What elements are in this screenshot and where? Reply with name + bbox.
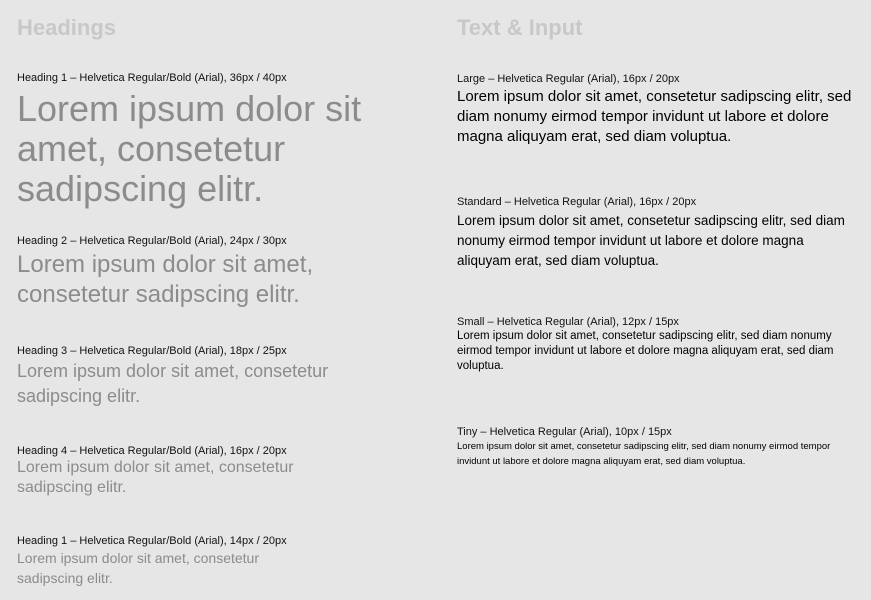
text-standard-spec: Standard – Helvetica Regular (Arial), 16… — [457, 196, 697, 208]
text-tiny-block: Tiny – Helvetica Regular (Arial), 10px /… — [457, 425, 857, 469]
heading-5-spec-block: Heading 1 – Helvetica Regular/Bold (Aria… — [17, 534, 287, 588]
heading-4-spec-block: Heading 4 – Helvetica Regular/Bold (Aria… — [17, 444, 317, 498]
text-input-section-title: Text & Input — [457, 15, 583, 40]
heading-2-spec-block: Heading 2 – Helvetica Regular/Bold (Aria… — [17, 234, 347, 310]
text-small-spec: Small – Helvetica Regular (Arial), 12px … — [457, 316, 679, 328]
text-small-sample: Lorem ipsum dolor sit amet, consetetur s… — [457, 330, 834, 372]
heading-2-spec: Heading 2 – Helvetica Regular/Bold (Aria… — [17, 235, 287, 247]
heading-1-spec: Heading 1 – Helvetica Regular/Bold (Aria… — [17, 72, 287, 84]
text-large-spec: Large – Helvetica Regular (Arial), 16px … — [457, 73, 680, 85]
text-tiny-spec: Tiny – Helvetica Regular (Arial), 10px /… — [457, 426, 672, 438]
heading-3-spec: Heading 3 – Helvetica Regular/Bold (Aria… — [17, 345, 287, 357]
text-large-block: Large – Helvetica Regular (Arial), 16px … — [457, 72, 862, 147]
heading-2-sample: Lorem ipsum dolor sit amet, consetetur s… — [17, 251, 314, 308]
text-tiny-sample: Lorem ipsum dolor sit amet, consetetur s… — [457, 441, 831, 467]
text-small-block: Small – Helvetica Regular (Arial), 12px … — [457, 315, 857, 374]
text-standard-sample: Lorem ipsum dolor sit amet, consetetur s… — [457, 213, 845, 268]
heading-4-spec: Heading 4 – Helvetica Regular/Bold (Aria… — [17, 445, 287, 457]
heading-3-spec-block: Heading 3 – Helvetica Regular/Bold (Aria… — [17, 344, 347, 409]
headings-section-title: Headings — [17, 15, 117, 40]
heading-3-sample: Lorem ipsum dolor sit amet, consetetur s… — [17, 361, 329, 406]
text-standard-block: Standard – Helvetica Regular (Arial), 16… — [457, 195, 857, 271]
heading-5-spec: Heading 1 – Helvetica Regular/Bold (Aria… — [17, 535, 287, 547]
heading-5-sample: Lorem ipsum dolor sit amet, consetetur s… — [17, 550, 259, 586]
text-large-sample: Lorem ipsum dolor sit amet, consetetur s… — [457, 88, 852, 145]
heading-1-sample: Lorem ipsum dolor sit amet, consetetur s… — [17, 88, 362, 209]
heading-1-spec-block: Heading 1 – Helvetica Regular/Bold (Aria… — [17, 71, 397, 209]
heading-4-sample: Lorem ipsum dolor sit amet, consetetur s… — [17, 459, 294, 496]
